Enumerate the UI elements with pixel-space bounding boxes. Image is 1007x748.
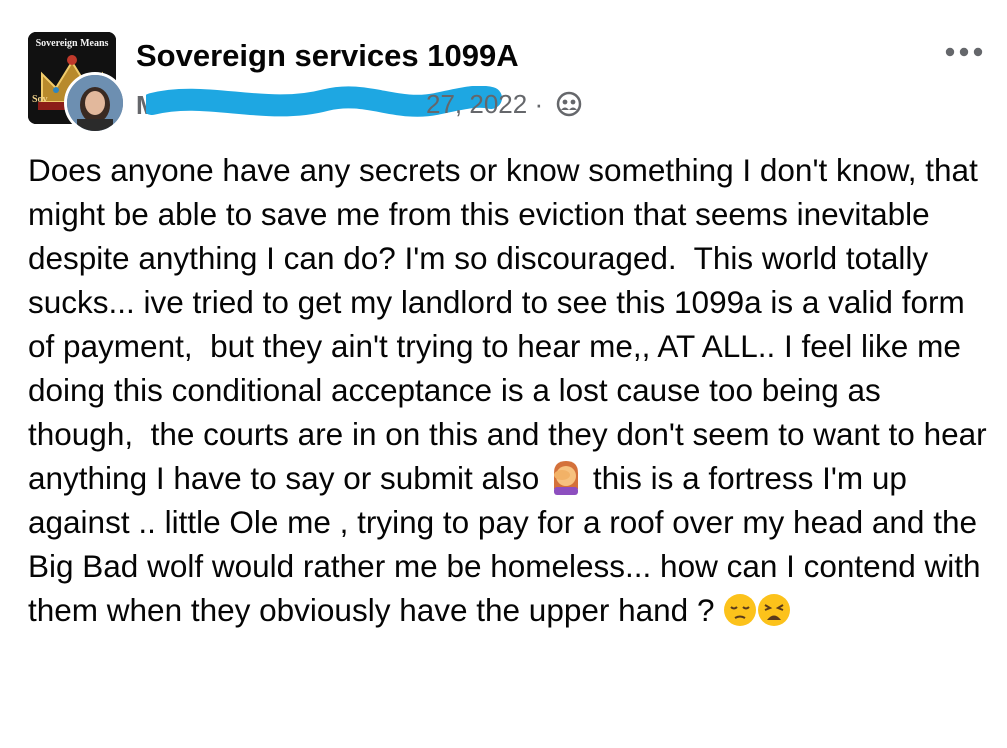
- group-members-icon[interactable]: [556, 91, 582, 117]
- post-body-text: Does anyone have any secrets or know som…: [28, 152, 996, 496]
- more-options-button[interactable]: [944, 42, 984, 62]
- post-header: Sovereign Means Sovereign Means Sov Sove…: [0, 0, 1007, 140]
- post-meta: M 27, 2022 ·: [136, 86, 606, 122]
- meta-separator: ·: [534, 89, 544, 119]
- group-avatar-text: Sovereign Means: [35, 38, 109, 49]
- woman-facepalming-emoji: [554, 461, 579, 495]
- weary-face-emoji: [758, 594, 791, 626]
- user-photo-icon: [67, 75, 123, 131]
- group-avatar-subtext: Sov: [32, 94, 48, 105]
- post-timestamp[interactable]: 27, 2022: [426, 89, 527, 119]
- post-body: Does anyone have any secrets or know som…: [28, 148, 988, 632]
- avatar[interactable]: [64, 72, 126, 134]
- pensive-face-emoji: [724, 594, 757, 626]
- group-name-link[interactable]: Sovereign services 1099A: [136, 38, 519, 74]
